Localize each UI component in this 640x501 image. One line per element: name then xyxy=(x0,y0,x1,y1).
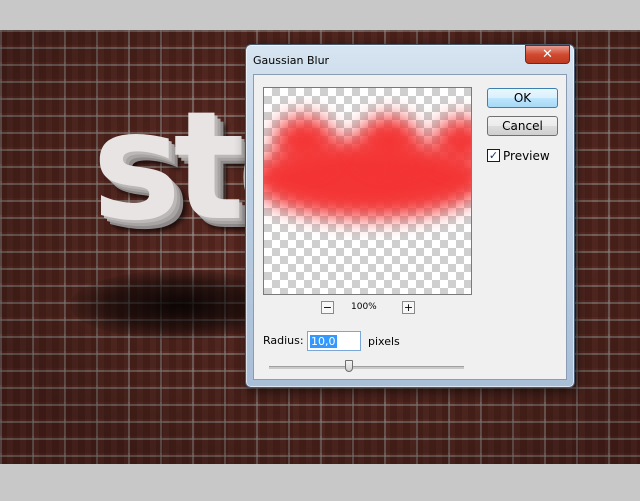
preview-blur-blob xyxy=(359,116,419,166)
cancel-button[interactable]: Cancel xyxy=(487,116,558,136)
radius-unit-label: pixels xyxy=(368,335,400,348)
minus-icon: − xyxy=(322,301,333,314)
zoom-level: 100% xyxy=(351,302,377,312)
preview-blur-blob xyxy=(274,116,334,166)
gaussian-blur-dialog: Gaussian Blur ✕ − 100% + OK Cancel ✓ Pre… xyxy=(245,44,575,388)
close-icon: ✕ xyxy=(542,47,553,62)
preview-checkbox[interactable]: ✓ xyxy=(487,149,500,162)
filter-preview-window[interactable] xyxy=(263,87,472,295)
preview-label[interactable]: Preview xyxy=(503,149,550,163)
radius-label: Radius: xyxy=(263,334,304,347)
zoom-out-button[interactable]: − xyxy=(321,301,334,314)
radius-slider-track[interactable] xyxy=(269,366,464,369)
checkmark-icon: ✓ xyxy=(488,149,499,162)
ok-button[interactable]: OK xyxy=(487,88,558,108)
plus-icon: + xyxy=(403,301,414,314)
zoom-in-button[interactable]: + xyxy=(402,301,415,314)
close-button[interactable]: ✕ xyxy=(525,45,570,64)
dialog-title: Gaussian Blur xyxy=(253,54,330,67)
radius-slider-thumb[interactable] xyxy=(344,360,353,372)
radius-selected-text: 10,0 xyxy=(310,335,337,348)
dialog-client-area: − 100% + OK Cancel ✓ Preview Radius: 10,… xyxy=(253,74,567,380)
